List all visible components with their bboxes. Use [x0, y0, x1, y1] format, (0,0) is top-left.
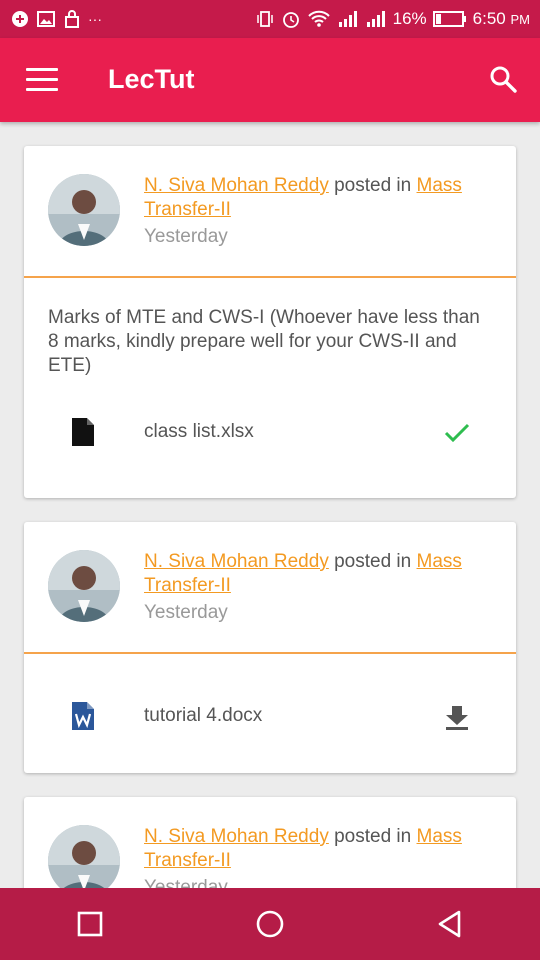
battery-percent: 16%	[392, 9, 427, 28]
post-feed[interactable]: N. Siva Mohan Reddy posted in Mass Trans…	[0, 122, 540, 888]
post-card: N. Siva Mohan Reddy posted in Mass Trans…	[24, 797, 516, 888]
status-left-icons: ···	[10, 9, 102, 29]
clock-time: 6:50	[472, 9, 506, 28]
attachment-name: class list.xlsx	[144, 421, 254, 442]
home-circle-icon[interactable]	[240, 894, 300, 954]
post-card: N. Siva Mohan Reddy posted in Mass Trans…	[24, 522, 516, 773]
app-title: LecTut	[108, 64, 195, 94]
lock-icon	[65, 10, 79, 28]
recents-square-icon[interactable]	[60, 894, 120, 954]
system-nav-bar	[0, 888, 540, 960]
signal-icon	[338, 11, 357, 27]
notification-icon	[12, 11, 28, 27]
word-doc-icon	[72, 702, 94, 730]
vibrate-icon	[256, 11, 273, 27]
app-bar: LecTut	[0, 38, 540, 122]
author-link[interactable]: N. Siva Mohan Reddy	[144, 175, 329, 196]
alarm-icon	[282, 12, 299, 28]
avatar[interactable]	[48, 825, 120, 888]
file-icon	[72, 418, 94, 446]
post-text: Marks of MTE and CWS-I (Whoever have les…	[48, 307, 480, 376]
status-right: 16% 6:50 PM	[255, 9, 530, 29]
post-header: N. Siva Mohan Reddy posted in Mass Trans…	[24, 522, 516, 654]
post-header: N. Siva Mohan Reddy posted in Mass Trans…	[24, 797, 516, 888]
search-icon[interactable]	[488, 64, 518, 94]
attachment-row[interactable]: class list.xlsx	[24, 394, 516, 470]
back-triangle-icon[interactable]	[420, 894, 480, 954]
author-link[interactable]: N. Siva Mohan Reddy	[144, 826, 329, 847]
post-time: Yesterday	[144, 602, 228, 623]
attachment-row[interactable]: tutorial 4.docx	[24, 678, 516, 754]
avatar[interactable]	[48, 550, 120, 622]
check-icon	[444, 423, 470, 443]
post-meta-line: N. Siva Mohan Reddy posted in Mass Trans…	[144, 825, 492, 873]
post-body: tutorial 4.docx	[24, 678, 516, 754]
download-icon[interactable]	[442, 702, 472, 732]
menu-icon[interactable]	[26, 68, 58, 92]
post-meta-line: N. Siva Mohan Reddy posted in Mass Trans…	[144, 550, 492, 598]
signal-icon	[366, 11, 385, 27]
clock-ampm: PM	[510, 12, 531, 27]
clock: 6:50 PM	[473, 9, 530, 29]
status-bar: ··· 16% 6:50 PM	[0, 0, 540, 38]
posted-in-text: posted in	[334, 551, 412, 572]
post-meta-line: N. Siva Mohan Reddy posted in Mass Trans…	[144, 174, 492, 222]
posted-in-text: posted in	[334, 175, 412, 196]
attachment-name: tutorial 4.docx	[144, 705, 263, 726]
post-time: Yesterday	[144, 226, 228, 247]
image-icon	[37, 11, 55, 27]
posted-in-text: posted in	[334, 826, 412, 847]
wifi-icon	[307, 10, 330, 27]
post-card: N. Siva Mohan Reddy posted in Mass Trans…	[24, 146, 516, 498]
avatar[interactable]	[48, 174, 120, 246]
more-icon: ···	[88, 11, 102, 27]
author-link[interactable]: N. Siva Mohan Reddy	[144, 551, 329, 572]
battery-icon	[432, 11, 466, 27]
post-header: N. Siva Mohan Reddy posted in Mass Trans…	[24, 146, 516, 278]
post-time: Yesterday	[144, 877, 228, 888]
post-body: Marks of MTE and CWS-I (Whoever have les…	[24, 278, 516, 470]
